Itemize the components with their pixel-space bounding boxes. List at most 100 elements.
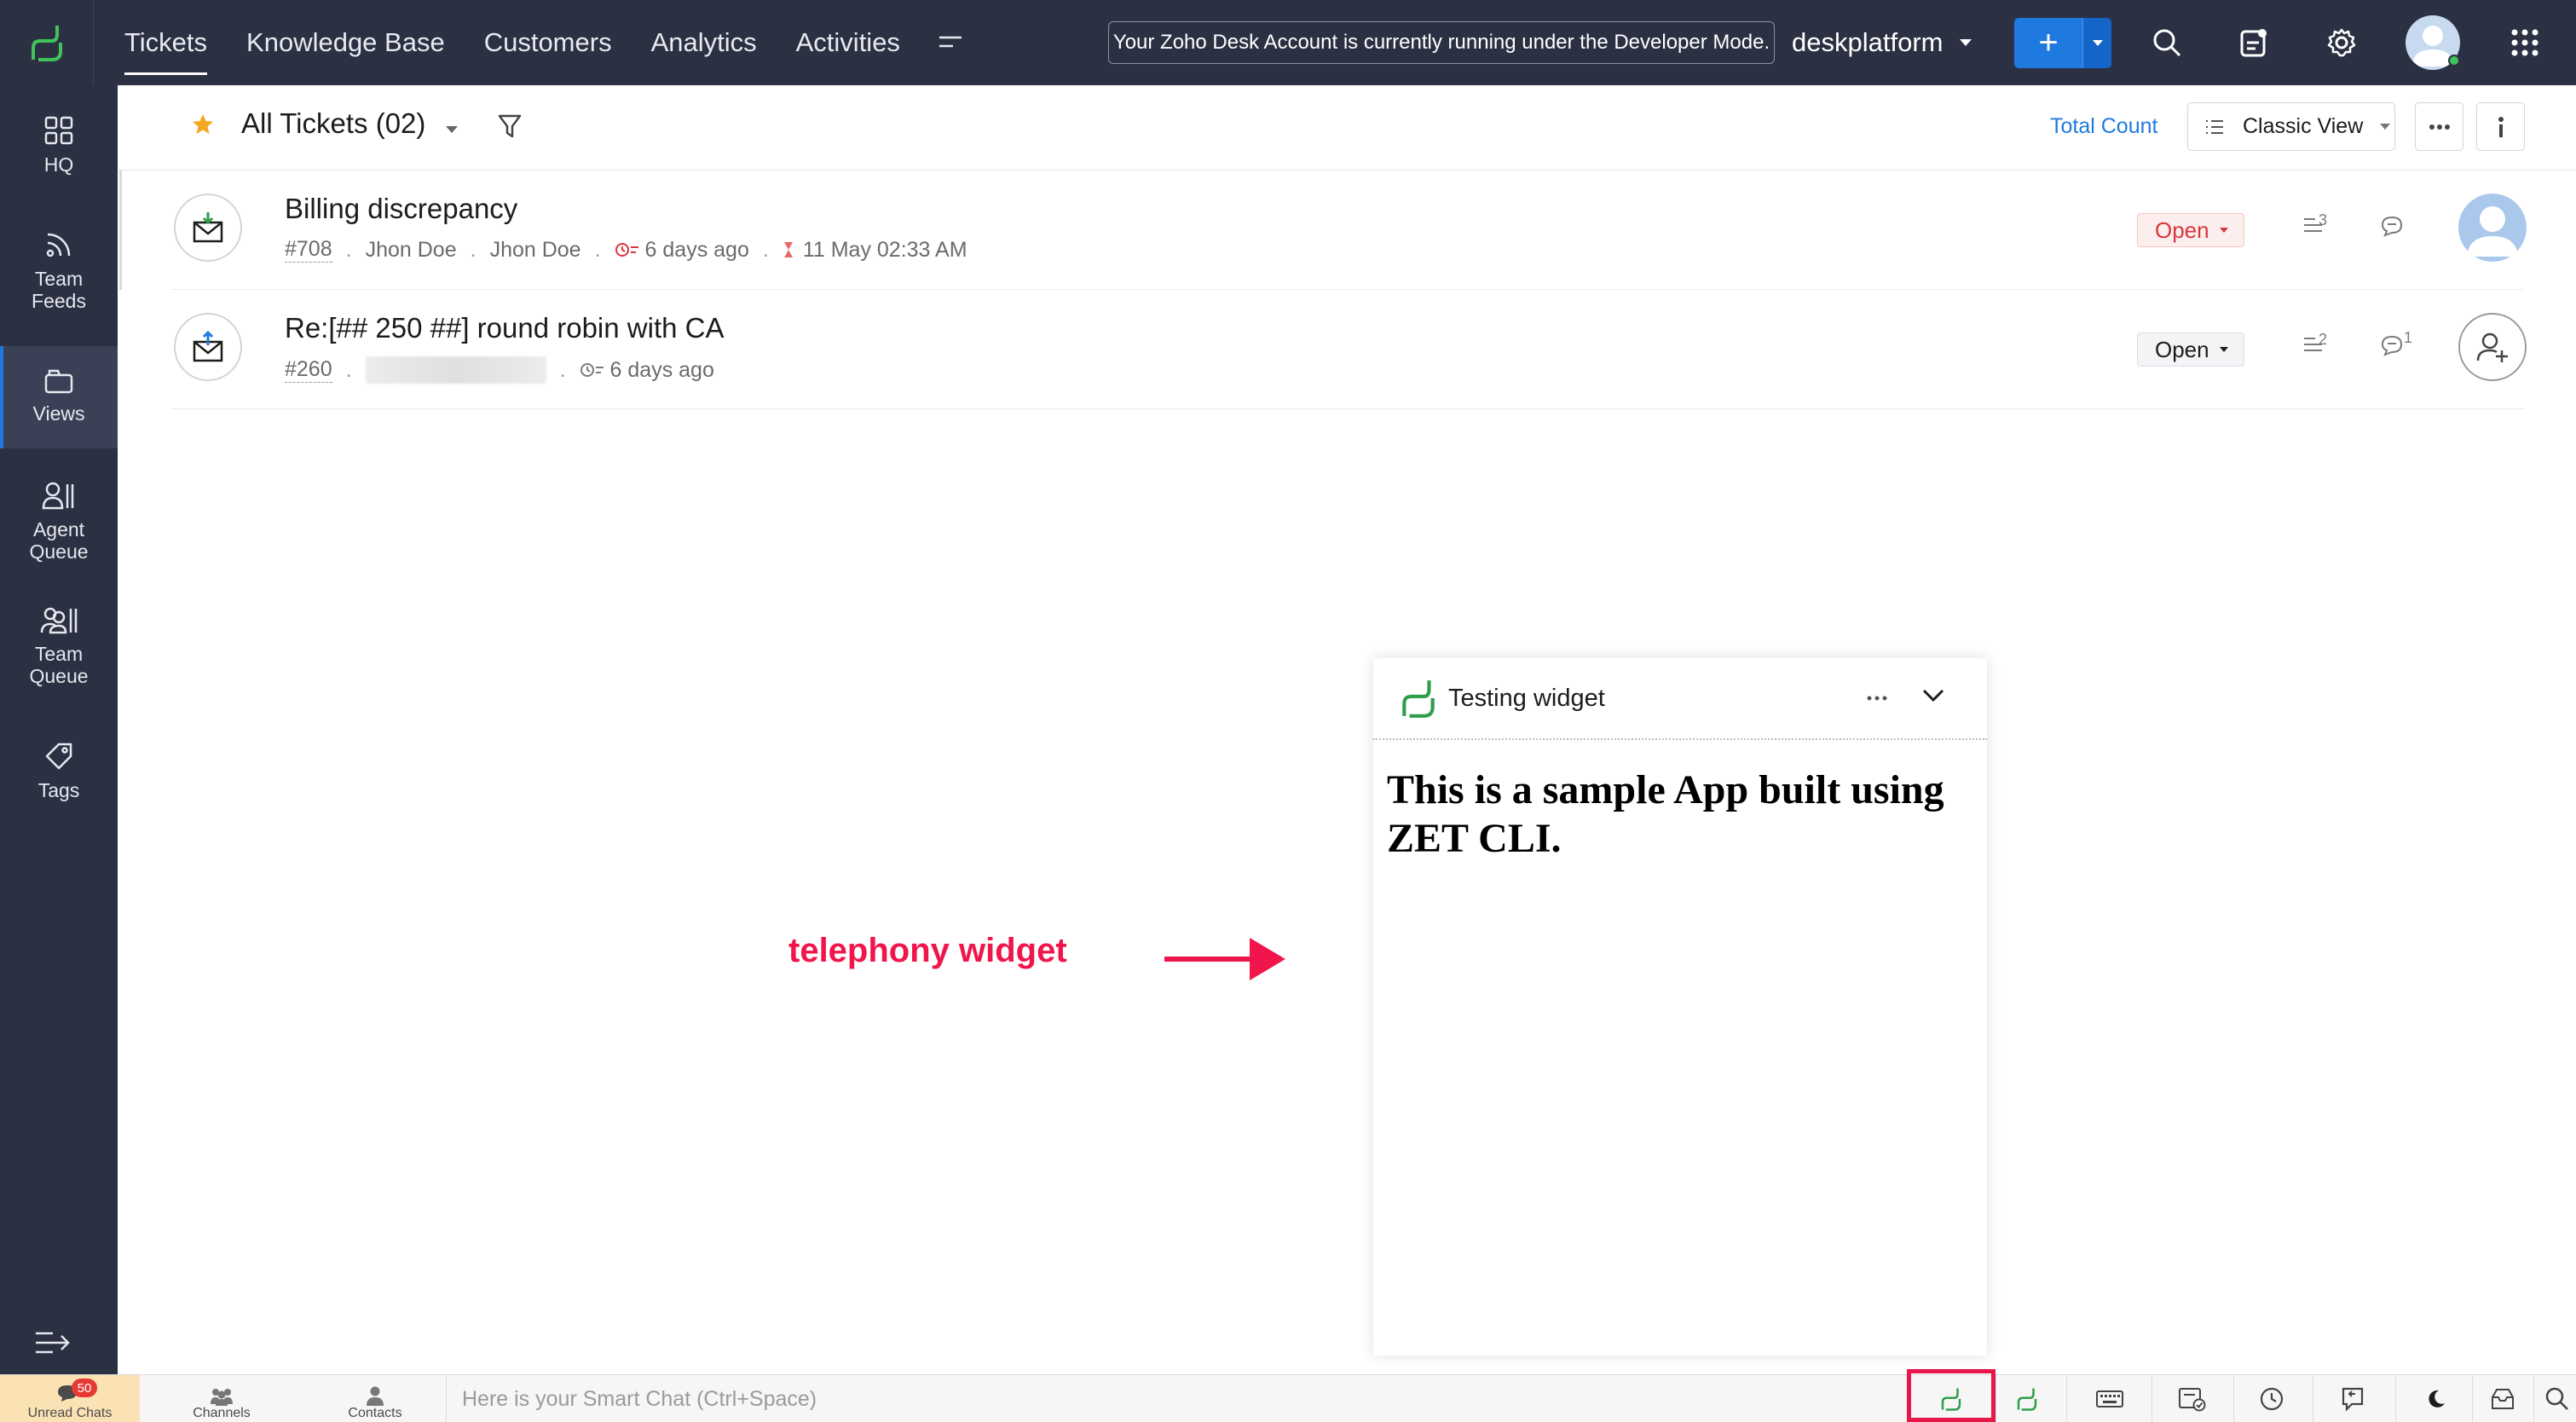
chevron-down-icon [2092, 40, 2103, 46]
sidebar-collapse-button[interactable] [34, 1330, 72, 1360]
notifications-icon [2240, 29, 2267, 57]
filter-icon [498, 114, 522, 138]
app-widget-button[interactable] [2010, 1384, 2044, 1414]
sidebar-item-label: Team Feeds [32, 268, 86, 312]
dark-mode-toggle[interactable] [2419, 1384, 2453, 1414]
ticket-number[interactable]: #708 [285, 237, 332, 263]
comment-icon [2381, 216, 2403, 237]
comments-button[interactable] [2380, 215, 2404, 237]
total-count-link[interactable]: Total Count [2050, 114, 2157, 139]
contact-icon [367, 1386, 384, 1406]
more-tabs-button[interactable] [938, 34, 963, 51]
star-icon [193, 114, 213, 134]
assign-agent-button[interactable] [2458, 313, 2527, 381]
time-tracker-button[interactable] [2255, 1384, 2289, 1414]
table-row[interactable]: Billing discrepancy #708 . Jhon Doe . Jh… [170, 171, 2527, 290]
hourglass-icon [783, 242, 793, 257]
info-button[interactable] [2476, 102, 2525, 151]
add-new-button[interactable]: + [2014, 18, 2082, 68]
arrow-right-icon [1164, 938, 1285, 980]
ticket-due-date: 11 May 02:33 AM [802, 237, 967, 262]
clock-icon [580, 363, 604, 377]
sidebar-item-tags[interactable]: Tags [0, 742, 118, 801]
smart-chat-bar [446, 1375, 1907, 1422]
ticket-account[interactable]: Jhon Doe [490, 238, 581, 263]
desk-logo-icon [31, 26, 62, 61]
tab-activities[interactable]: Activities [796, 0, 900, 85]
view-title[interactable]: All Tickets (02) [241, 107, 425, 140]
ticket-age: 6 days ago [609, 357, 714, 382]
more-horizontal-icon [2429, 124, 2450, 130]
tab-knowledge-base[interactable]: Knowledge Base [246, 0, 445, 85]
notes-button[interactable] [2486, 1384, 2520, 1414]
sidebar-item-views[interactable]: Views [0, 346, 118, 448]
ticket-contact[interactable]: Jhon Doe [366, 238, 457, 263]
thread-count-button[interactable]: 3 [2303, 211, 2327, 235]
annotation-highlight-box [1907, 1369, 1996, 1422]
ticket-subject[interactable]: Billing discrepancy [285, 193, 517, 225]
filter-button[interactable] [498, 113, 522, 143]
ticket-number[interactable]: #260 [285, 357, 332, 383]
sidebar-item-team-queue[interactable]: Team Queue [0, 605, 118, 687]
tab-tickets[interactable]: Tickets [124, 0, 208, 85]
sidebar-item-agent-queue[interactable]: Agent Queue [0, 481, 118, 563]
bottom-bar: Unread Chats 50 Channels Contacts [0, 1374, 2576, 1422]
portal-switcher[interactable]: deskplatform [1792, 0, 1972, 85]
sidebar-item-team-feeds[interactable]: Team Feeds [0, 230, 118, 312]
search-button[interactable] [2148, 24, 2186, 61]
reply-chat-icon [2342, 1387, 2364, 1412]
widget-more-button[interactable] [1866, 691, 1888, 706]
thread-count: 3 [2319, 211, 2328, 228]
widget-header: Testing widget [1373, 658, 1987, 740]
chevron-down-icon [1922, 689, 1944, 702]
user-avatar-icon [2458, 194, 2527, 262]
left-sidebar: HQ Team Feeds Views Agent Queue Team Que… [0, 85, 118, 1374]
comment-count: 1 [2404, 329, 2413, 346]
add-new-dropdown-button[interactable] [2082, 18, 2111, 68]
status-dropdown[interactable]: Open [2137, 332, 2244, 367]
tasks-button[interactable] [2175, 1384, 2209, 1414]
annotation-label: telephony widget [788, 932, 1067, 969]
tag-icon [45, 743, 72, 770]
sidebar-item-hq[interactable]: HQ [0, 116, 118, 176]
channels-tab[interactable]: Channels [177, 1375, 266, 1422]
smart-chat-input[interactable] [462, 1386, 1485, 1412]
task-check-icon [2179, 1388, 2206, 1412]
thread-count-button[interactable]: 2 [2303, 331, 2327, 355]
table-row[interactable]: Re:[## 250 ##] round robin with CA #260 … [170, 290, 2527, 409]
apps-menu-button[interactable] [2506, 24, 2544, 61]
chevron-down-icon[interactable] [446, 126, 458, 133]
collapse-sidebar-icon [36, 1332, 70, 1354]
ticket-subject[interactable]: Re:[## 250 ##] round robin with CA [285, 312, 724, 344]
comments-button[interactable]: 1 [2380, 329, 2412, 356]
bottom-search-button[interactable] [2540, 1384, 2574, 1414]
status-label: Open [2155, 336, 2209, 362]
more-options-button[interactable] [2415, 102, 2463, 151]
overdue-clock-icon [615, 243, 638, 257]
agent-queue-icon [42, 482, 74, 510]
sidebar-item-label: HQ [43, 153, 74, 176]
contacts-tab[interactable]: Contacts [331, 1375, 419, 1422]
desk-logo[interactable] [0, 0, 94, 85]
notifications-button[interactable] [2235, 24, 2273, 61]
assignee-avatar[interactable] [2458, 194, 2527, 262]
feedback-button[interactable] [2336, 1384, 2370, 1414]
plus-icon: + [2038, 24, 2059, 61]
unread-count-badge: 50 [72, 1379, 97, 1397]
favorite-view-button[interactable] [191, 113, 215, 141]
settings-button[interactable] [2323, 24, 2360, 61]
chevron-down-icon [2380, 124, 2391, 130]
moon-icon [2429, 1390, 2445, 1408]
email-channel-badge [174, 313, 242, 381]
status-dropdown[interactable]: Open [2137, 213, 2244, 247]
keyboard-shortcuts-button[interactable] [2093, 1384, 2127, 1414]
tab-analytics[interactable]: Analytics [651, 0, 757, 85]
tab-customers[interactable]: Customers [484, 0, 612, 85]
widget-collapse-button[interactable] [1921, 687, 1945, 708]
widget-title: Testing widget [1448, 684, 1605, 712]
grid-icon [44, 116, 73, 145]
unread-chats-label: Unread Chats [27, 1406, 113, 1420]
view-mode-dropdown[interactable]: Classic View [2187, 102, 2395, 151]
chevron-down-icon [2219, 347, 2228, 352]
unread-chats-button[interactable]: Unread Chats [0, 1375, 140, 1422]
